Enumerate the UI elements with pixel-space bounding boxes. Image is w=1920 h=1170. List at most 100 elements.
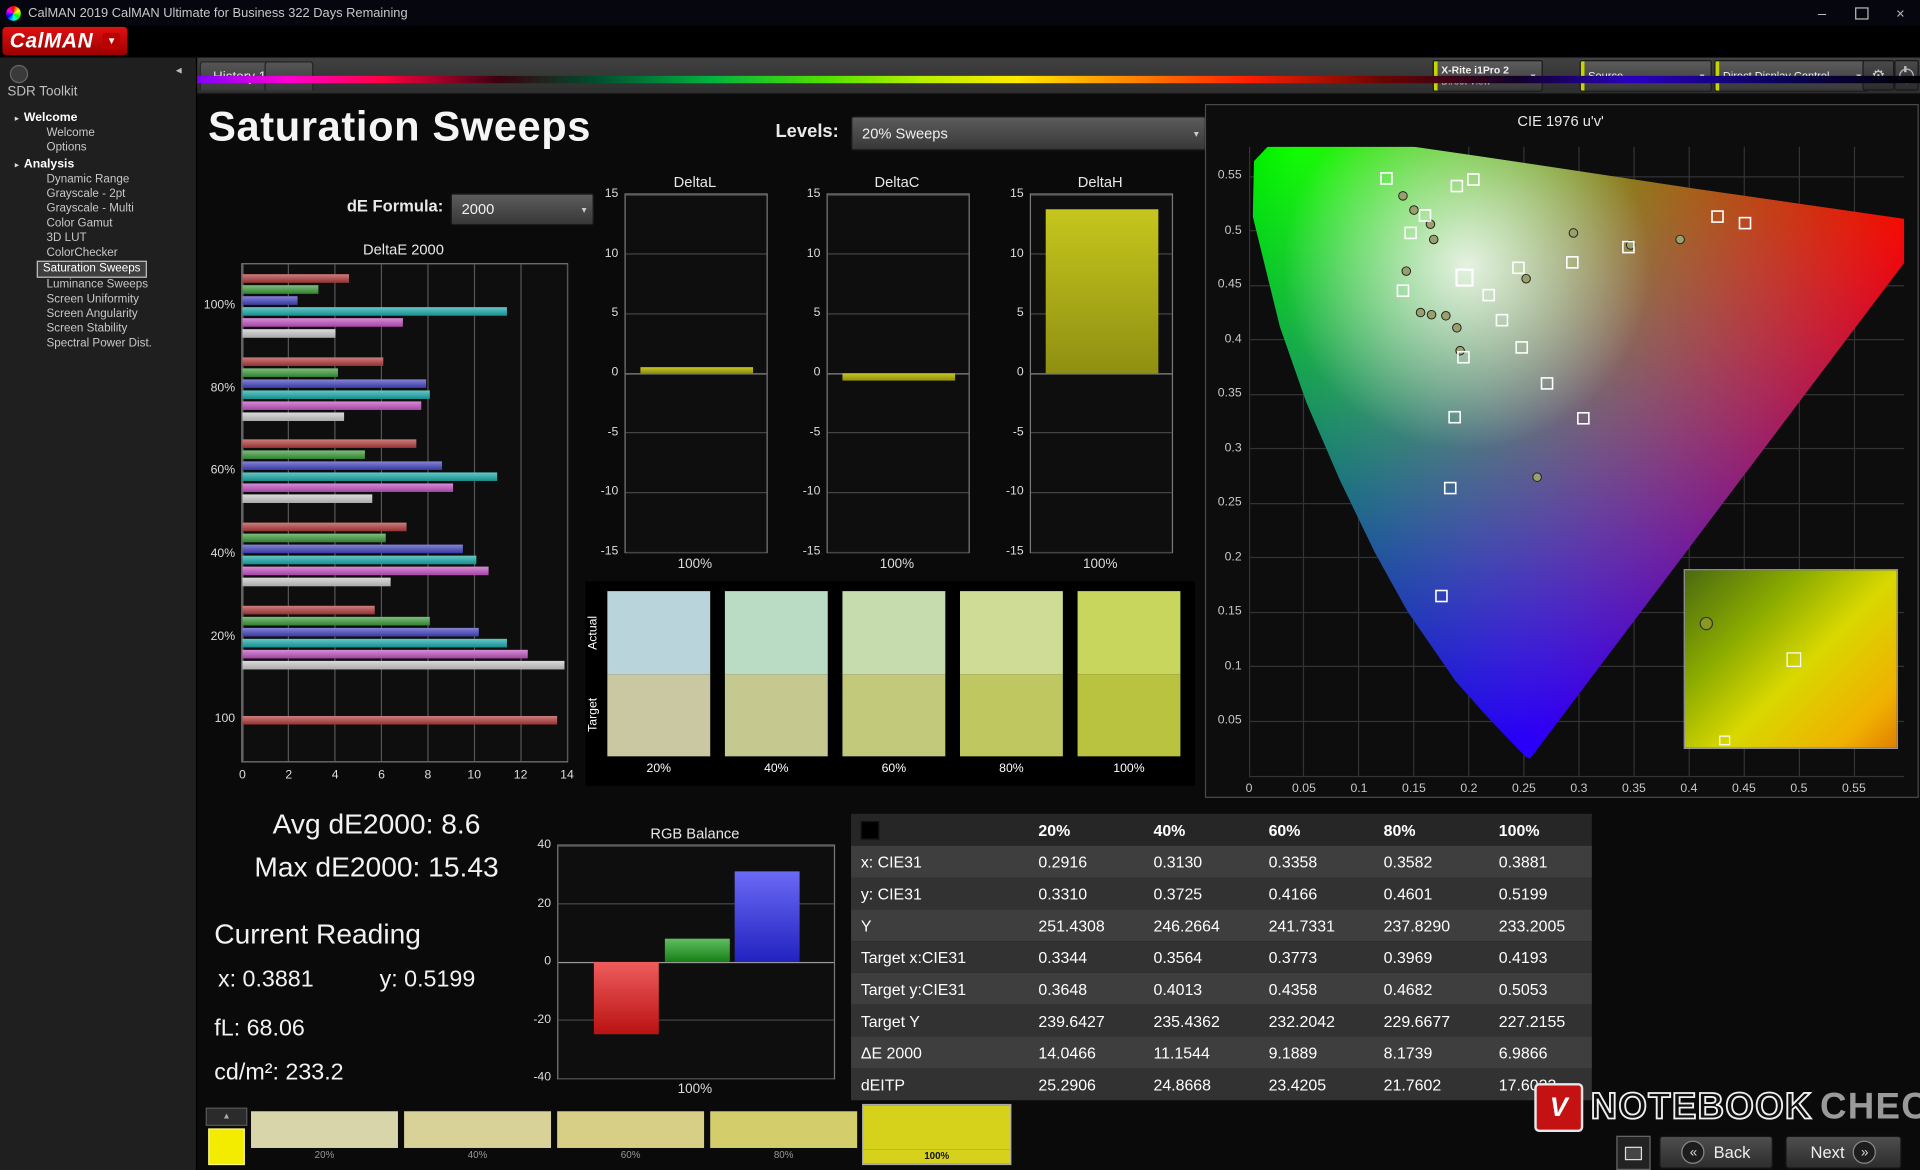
axis-tick-label: 6 [363,769,400,782]
table-cell: 8.1739 [1362,1043,1477,1061]
sidebar-item-spectral-power-dist[interactable]: Spectral Power Dist. [42,337,157,352]
chevron-down-icon: ▼ [103,33,120,49]
sidebar-item-screen-stability[interactable]: Screen Stability [42,322,133,337]
de-formula-dropdown[interactable]: 2000 ▾ [451,193,594,225]
patch-strip-up-button[interactable]: ▲ [206,1108,248,1126]
table-header-row: 20%40%60%80%100% [851,814,1592,846]
sidebar-section-welcome[interactable]: ▸Welcome [0,109,196,126]
table-cell: 0.4358 [1247,980,1362,998]
back-button[interactable]: « Back [1659,1136,1773,1169]
axis-tick-label: 15 [786,187,820,200]
bar [242,401,420,410]
patch-swatch [404,1111,551,1148]
calman-logo-menu[interactable]: CalMAN ▼ [2,27,127,55]
bar [242,638,506,647]
table-cell: 235.4362 [1131,1012,1246,1030]
next-button[interactable]: Next » [1785,1136,1901,1169]
table-cell: 6.9866 [1477,1043,1592,1061]
inset-target-marker [1719,736,1730,746]
sidebar-item-luminance-sweeps[interactable]: Luminance Sweeps [42,278,153,293]
table-cell: 251.4308 [1016,916,1131,934]
sidebar-item-welcome[interactable]: Welcome [42,126,100,141]
patch-strip-item-60[interactable]: 60% [557,1111,704,1162]
row-label: Target y:CIE31 [851,980,1016,998]
minimize-icon: – [1818,4,1826,21]
axis-tick-label: 0.1 [1207,660,1241,673]
sidebar-item-options[interactable]: Options [42,141,92,156]
workflow-tree: ▸WelcomeWelcomeOptions▸AnalysisDynamic R… [0,109,196,351]
page-title: Saturation Sweeps [208,104,591,152]
patch-strip-item-80[interactable]: 80% [710,1111,857,1162]
tree-expand-icon: ▸ [15,113,19,123]
patch-label: 80% [710,1148,857,1163]
sidebar-item-screen-uniformity[interactable]: Screen Uniformity [42,293,144,308]
deltac-chart: 151050-5-10-15 [827,193,970,553]
bar [242,451,365,460]
sidebar-item-saturation-sweeps[interactable]: Saturation Sweeps [37,261,147,278]
bar [242,296,298,305]
sidebar-item-color-gamut[interactable]: Color Gamut [42,217,118,232]
bar-green [664,939,729,962]
sidebar-item-grayscale-2pt[interactable]: Grayscale - 2pt [42,187,131,202]
maximize-button[interactable] [1842,0,1881,26]
axis-tick-label: 15 [584,187,618,200]
table-cell: 0.2916 [1016,852,1131,870]
next-chevron-icon: » [1853,1141,1876,1164]
target-swatch-60 [842,674,945,756]
measurement-point [1569,229,1578,238]
patch-swatch [710,1111,857,1148]
sidebar-item-colorchecker[interactable]: ColorChecker [42,246,123,261]
levels-dropdown[interactable]: 20% Sweeps ▾ [851,116,1206,150]
bar [242,462,441,471]
meter-name: X-Rite i1Pro 2 [1441,64,1509,76]
sidebar-item-3d-lut[interactable]: 3D LUT [42,231,92,246]
bar [242,307,506,316]
sidebar-menu-button[interactable] [10,65,28,83]
measurement-point [1416,308,1425,317]
axis-tick-label: 0 [786,366,820,379]
spectrum-strip [0,76,1920,83]
patch-strip-item-100[interactable]: 100% [863,1105,1010,1164]
back-label: Back [1714,1143,1751,1161]
measurement-point [1402,267,1411,276]
axis-tick-label: 0.35 [1207,387,1241,400]
current-x-reading: x: 0.3881 [218,967,314,994]
display-preview-button[interactable] [1616,1136,1650,1170]
swatch-column-label: 40% [725,762,828,775]
sidebar-section-analysis[interactable]: ▸Analysis [0,155,196,172]
sidebar-item-screen-angularity[interactable]: Screen Angularity [42,307,143,322]
row-label: y: CIE31 [851,884,1016,902]
close-button[interactable]: × [1881,0,1920,26]
axis-tick-label: 15 [989,187,1023,200]
bar [242,318,402,327]
current-y-reading: y: 0.5199 [380,967,476,994]
axis-tick-label: 5 [989,306,1023,319]
window-controls: – × [1802,0,1920,26]
sidebar-collapse-icon[interactable]: ◄ [174,65,184,76]
notebookcheck-watermark: V NOTEBOOK CHECK [1534,1083,1920,1132]
measurement-point [1427,310,1436,319]
bar [242,440,416,449]
row-label: Target x:CIE31 [851,948,1016,966]
bar [242,544,462,553]
patch-strip-item-20[interactable]: 20% [251,1111,398,1162]
table-cell: 0.3648 [1016,980,1131,998]
sidebar-item-dynamic-range[interactable]: Dynamic Range [42,173,135,188]
axis-tick-label: -5 [989,425,1023,438]
bar [242,379,425,388]
gridline [288,264,289,761]
gridline [828,432,969,433]
measurement-point [1429,235,1438,244]
patch-strip-item-40[interactable]: 40% [404,1111,551,1162]
minimize-button[interactable]: – [1802,0,1841,26]
sidebar-item-grayscale-multi[interactable]: Grayscale - Multi [42,202,139,217]
table-cell: 239.6427 [1016,1012,1131,1030]
bar [242,649,527,658]
table-cell: 0.4013 [1131,980,1246,998]
measurement-point [1453,324,1462,333]
axis-tick-label: 12 [502,769,539,782]
axis-tick-label: 0.55 [1836,782,1873,795]
axis-tick-label: 14 [549,769,586,782]
gridline [1031,492,1172,493]
gridline [427,264,428,761]
